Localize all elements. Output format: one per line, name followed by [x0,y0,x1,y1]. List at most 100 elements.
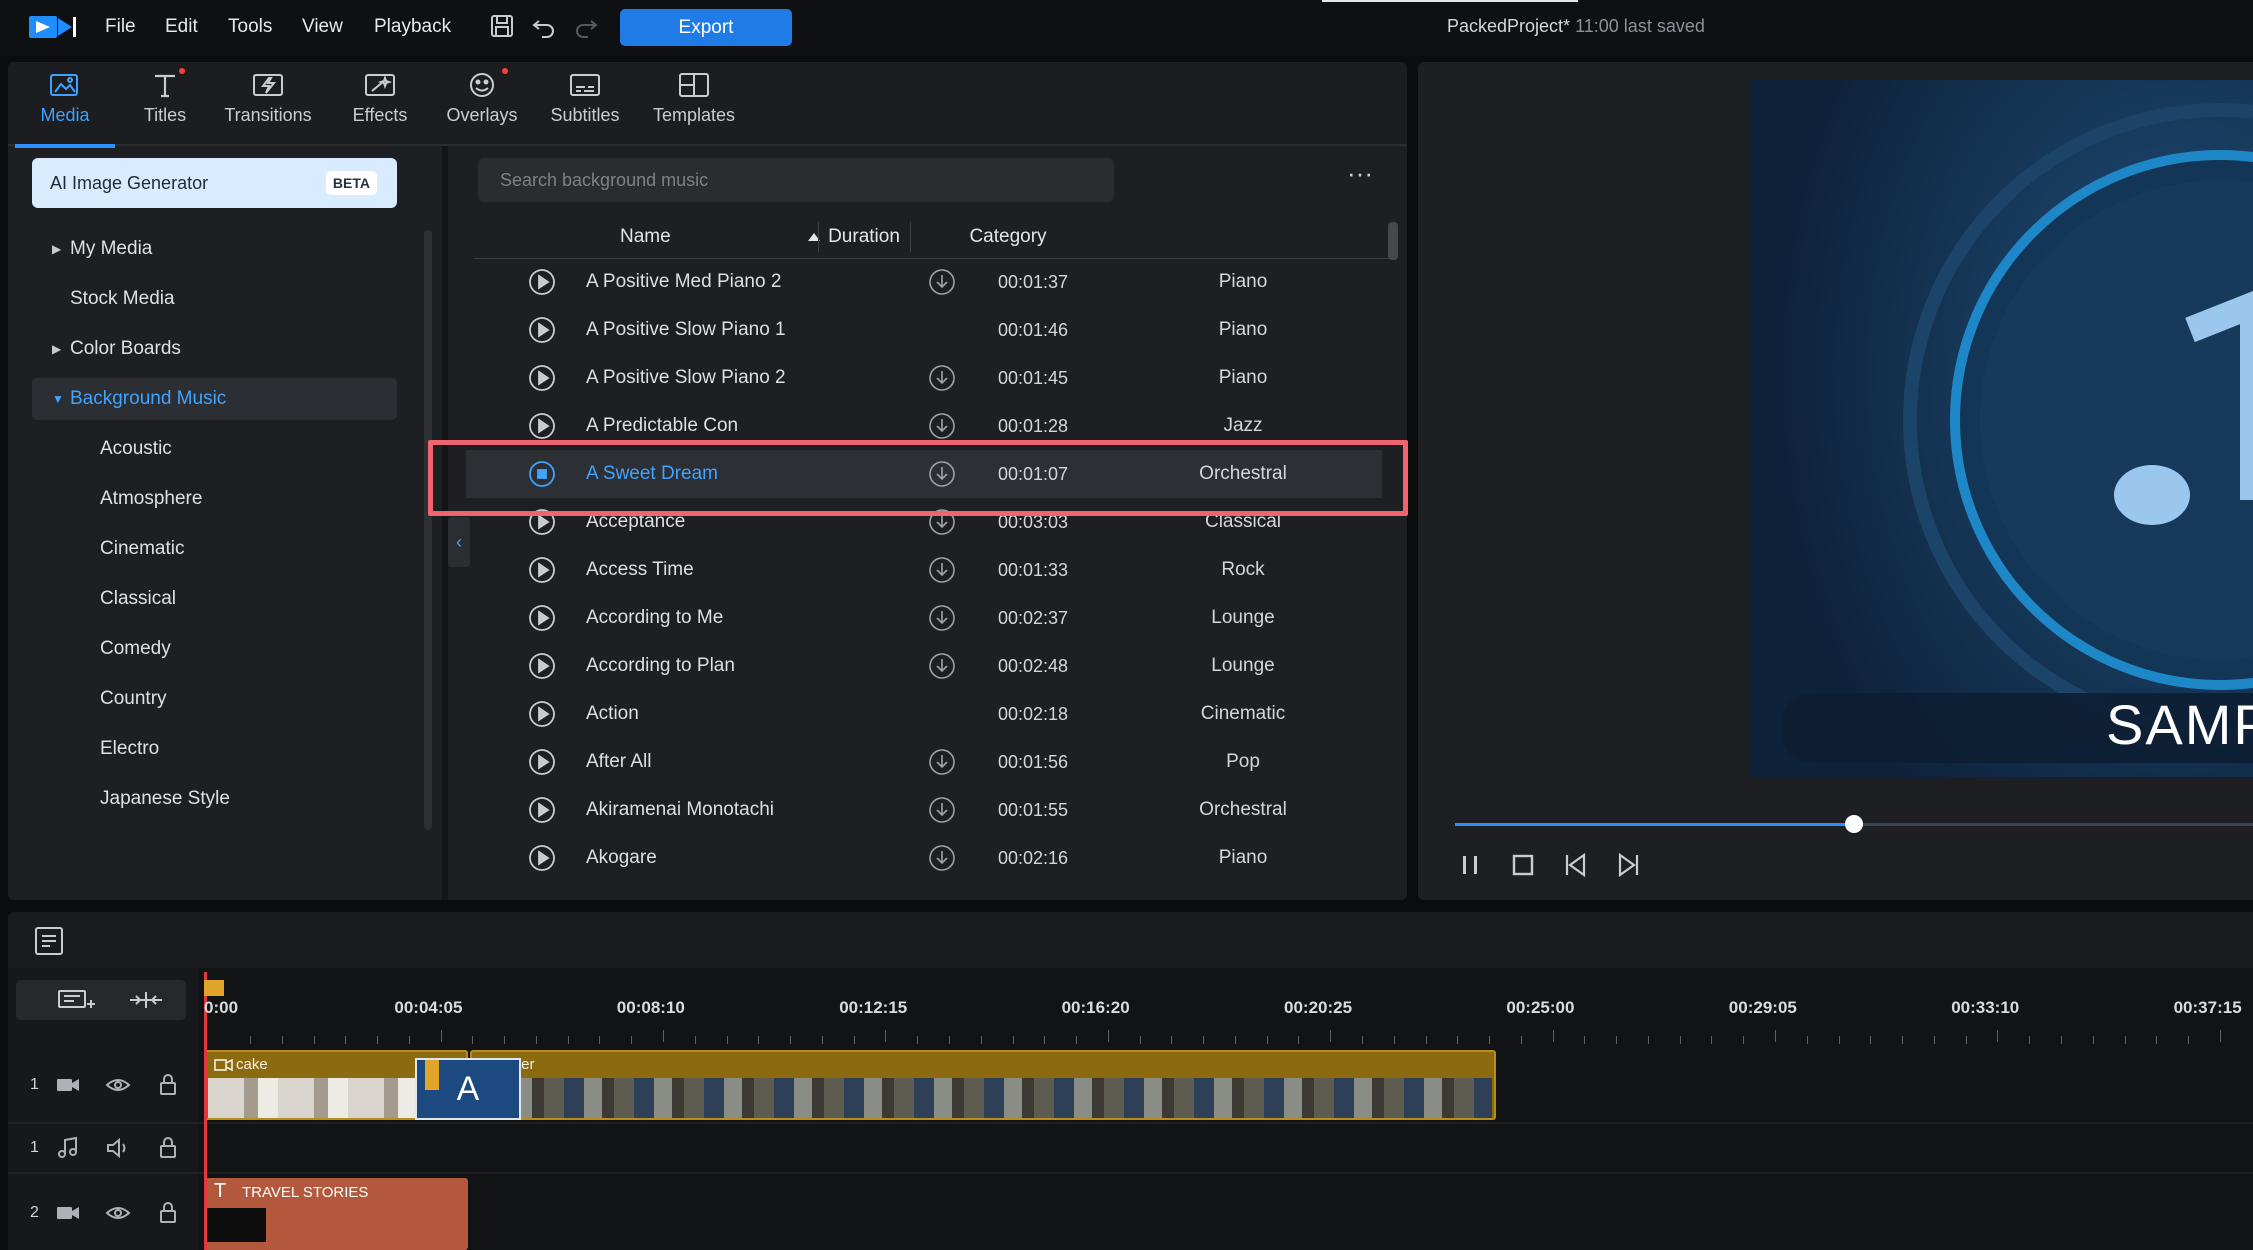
fit-timeline-button[interactable] [106,980,186,1020]
tab-subtitles[interactable]: Subtitles [535,70,635,142]
play-preview-icon[interactable] [528,748,556,776]
download-icon[interactable] [928,652,956,680]
tab-templates[interactable]: Templates [644,70,744,142]
track-category: Piano [1218,319,1268,340]
export-button[interactable]: Export [620,9,792,46]
eye-icon[interactable] [104,1071,132,1099]
tab-titles[interactable]: Titles [115,68,215,142]
more-options-icon[interactable]: ··· [1343,160,1377,194]
sidebar-item-cinematic[interactable]: Cinematic [32,528,397,570]
sidebar-item-label: Classical [100,588,177,609]
download-icon[interactable] [928,268,956,296]
table-row[interactable]: Akiramenai Monotachi 00:01:55 Orchestral [466,786,1382,834]
sidebar-scrollbar[interactable] [424,230,432,830]
tab-effects[interactable]: Effects [330,70,430,142]
sidebar-item-classical[interactable]: Classical [32,578,397,620]
video-clip-lover[interactable]: lover [470,1050,1496,1120]
download-icon[interactable] [928,844,956,872]
track-category: Piano [1218,271,1268,292]
subtitles-icon [568,70,602,100]
transition-title-clip[interactable]: A [415,1058,521,1120]
lock-icon[interactable] [154,1134,182,1162]
menu-tools[interactable]: Tools [228,0,272,53]
sidebar-item-acoustic[interactable]: Acoustic [32,428,397,470]
timeline-ruler[interactable] [198,968,2253,1050]
sidebar-item-background-music[interactable]: ▼ Background Music [32,378,397,420]
tab-transitions[interactable]: Transitions [218,70,318,142]
play-preview-icon[interactable] [528,412,556,440]
ruler-tick [1997,1030,1999,1042]
download-icon[interactable] [928,604,956,632]
play-preview-icon[interactable] [528,604,556,632]
preview-progress-handle[interactable] [1845,815,1863,833]
menu-edit[interactable]: Edit [165,0,198,53]
titles-icon [148,70,182,100]
sidebar-item-comedy[interactable]: Comedy [32,628,397,670]
ruler-tick [504,1036,506,1044]
stop-icon[interactable] [1508,850,1538,880]
next-frame-icon[interactable] [1612,850,1642,880]
play-preview-icon[interactable] [528,652,556,680]
list-scrollbar[interactable] [1388,222,1398,260]
speaker-icon[interactable] [104,1134,132,1162]
title-clip-travel-stories[interactable]: T TRAVEL STORIES [204,1178,468,1250]
play-preview-icon[interactable] [528,268,556,296]
lock-icon[interactable] [154,1199,182,1227]
sidebar-item-label: Country [100,688,167,709]
table-row[interactable]: A Positive Slow Piano 1 00:01:46 Piano [466,306,1382,354]
sidebar-item-japanese-style[interactable]: Japanese Style [32,778,397,820]
table-row[interactable]: Access Time 00:01:33 Rock [466,546,1382,594]
ruler-tick [1171,1036,1173,1044]
menu-file[interactable]: File [105,0,136,53]
play-preview-icon[interactable] [528,316,556,344]
play-preview-icon[interactable] [528,796,556,824]
redo-icon[interactable] [572,12,600,40]
table-row[interactable]: A Positive Med Piano 2 00:01:37 Piano [466,258,1382,306]
eye-icon[interactable] [104,1199,132,1227]
search-input[interactable] [478,158,1114,202]
play-preview-icon[interactable] [528,364,556,392]
download-icon[interactable] [928,796,956,824]
search-box [478,158,1114,202]
play-preview-icon[interactable] [528,700,556,728]
play-preview-icon[interactable] [528,844,556,872]
sidebar-item-color-boards[interactable]: ▶ Color Boards [32,328,397,370]
menu-view[interactable]: View [302,0,343,53]
table-row[interactable]: According to Me 00:02:37 Lounge [466,594,1382,642]
tab-overlays[interactable]: Overlays [432,68,532,142]
track-duration: 00:01:45 [998,368,1069,388]
previous-frame-icon[interactable] [1562,850,1592,880]
tab-media[interactable]: Media [15,70,115,148]
play-preview-icon[interactable] [528,556,556,584]
sidebar-item-my-media[interactable]: ▶ My Media [32,228,397,270]
ruler-tick [1902,1036,1904,1044]
lock-icon[interactable] [154,1071,182,1099]
timeline-toolbar [8,912,2253,968]
sidebar-item-electro[interactable]: Electro [32,728,397,770]
sidebar-item-country[interactable]: Country [32,678,397,720]
ruler-tick [535,1036,537,1044]
table-row[interactable]: After All 00:01:56 Pop [466,738,1382,786]
column-header-category[interactable]: Category [910,216,1106,258]
pause-icon[interactable] [1455,850,1485,880]
undo-icon[interactable] [530,12,558,40]
table-row[interactable]: Action 00:02:18 Cinematic [466,690,1382,738]
ai-image-generator-button[interactable]: AI Image Generator BETA [32,158,397,208]
sidebar-item-label: Atmosphere [100,488,203,509]
column-header-duration[interactable]: Duration [818,216,910,258]
download-icon[interactable] [928,556,956,584]
table-row[interactable]: A Positive Slow Piano 2 00:01:45 Piano [466,354,1382,402]
sidebar-item-atmosphere[interactable]: Atmosphere [32,478,397,520]
download-icon[interactable] [928,412,956,440]
timeline-view-icon[interactable] [32,924,66,958]
download-icon[interactable] [928,364,956,392]
download-icon[interactable] [928,748,956,776]
sidebar-item-stock-media[interactable]: Stock Media [32,278,397,320]
track-duration: 00:02:16 [998,848,1069,868]
table-row[interactable]: According to Plan 00:02:48 Lounge [466,642,1382,690]
playhead-handle[interactable] [204,980,224,996]
save-icon[interactable] [488,12,516,40]
column-header-name[interactable]: Name [474,216,814,258]
menu-playback[interactable]: Playback [374,0,451,53]
table-row[interactable]: Akogare 00:02:16 Piano [466,834,1382,882]
